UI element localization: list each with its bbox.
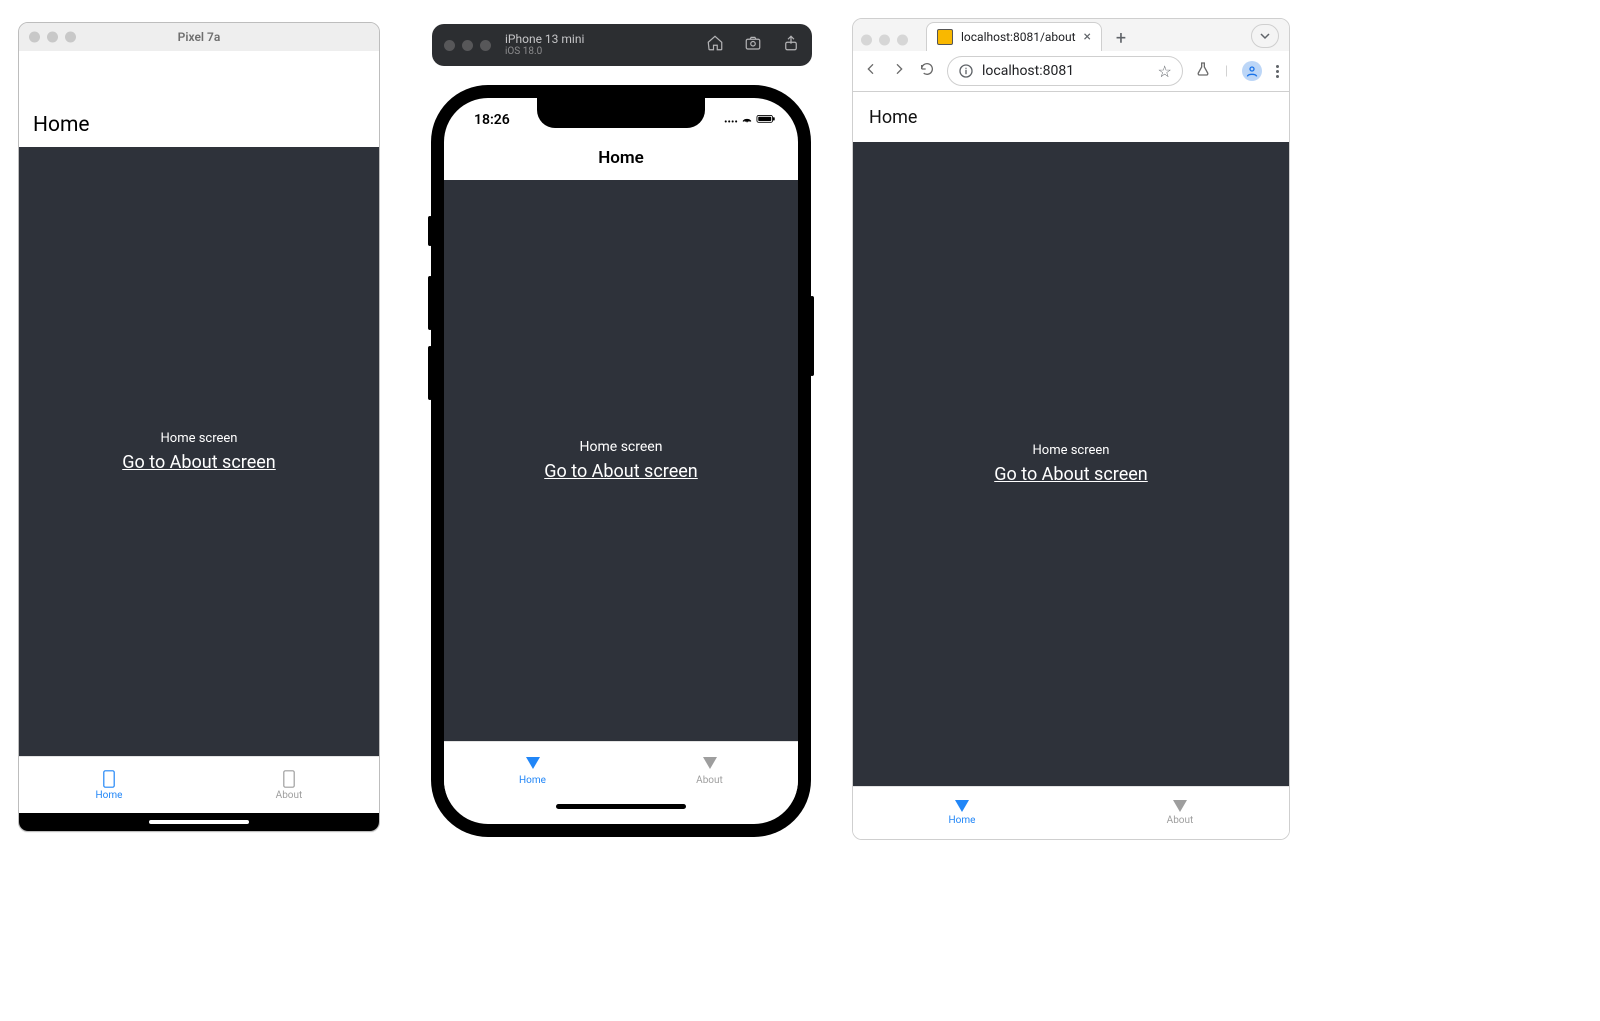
ios-about-link[interactable]: Go to About screen bbox=[544, 461, 698, 482]
zoom-dot-icon[interactable] bbox=[897, 35, 908, 46]
chrome-viewport: Home Home screen Go to About screen Home… bbox=[853, 92, 1289, 839]
android-emulator-window: Pixel 7a Home Home screen Go to About sc… bbox=[18, 22, 380, 832]
minimize-dot-icon[interactable] bbox=[462, 40, 473, 51]
zoom-dot-icon[interactable] bbox=[480, 40, 491, 51]
ios-status-icons bbox=[724, 112, 776, 128]
android-tab-bar: Home About bbox=[19, 756, 379, 813]
mac-traffic-lights[interactable] bbox=[861, 35, 908, 46]
triangle-down-icon bbox=[955, 800, 969, 812]
triangle-down-icon bbox=[703, 757, 717, 772]
android-tab-home[interactable]: Home bbox=[19, 757, 199, 813]
tab-label: About bbox=[276, 790, 303, 801]
close-dot-icon[interactable] bbox=[444, 40, 455, 51]
kebab-menu-icon[interactable] bbox=[1276, 65, 1279, 78]
ios-tab-bar: Home About bbox=[444, 741, 798, 800]
chrome-toolbar: localhost:8081 ☆ | bbox=[853, 51, 1289, 92]
android-page-title: Home bbox=[19, 51, 379, 147]
ios-sim-os-version: iOS 18.0 bbox=[505, 46, 584, 57]
mac-traffic-lights[interactable] bbox=[444, 40, 491, 51]
tab-label: Home bbox=[519, 775, 546, 786]
ios-tab-home[interactable]: Home bbox=[444, 742, 621, 800]
back-icon[interactable] bbox=[863, 61, 879, 81]
android-content-area: Home screen Go to About screen bbox=[19, 147, 379, 756]
favicon-icon bbox=[937, 29, 953, 45]
triangle-down-icon bbox=[526, 757, 540, 772]
bookmark-star-icon[interactable]: ☆ bbox=[1157, 62, 1171, 81]
android-body-subtitle: Home screen bbox=[161, 431, 238, 446]
web-body-subtitle: Home screen bbox=[1033, 443, 1110, 458]
web-tab-bar: Home About bbox=[853, 786, 1289, 839]
chrome-window: localhost:8081/about × + localhost:8081 … bbox=[852, 18, 1290, 840]
ios-tab-about[interactable]: About bbox=[621, 742, 798, 800]
chrome-tab[interactable]: localhost:8081/about × bbox=[926, 22, 1102, 51]
ios-home-indicator[interactable] bbox=[444, 800, 798, 824]
chrome-tab-strip: localhost:8081/about × + bbox=[853, 19, 1289, 51]
omnibox[interactable]: localhost:8081 ☆ bbox=[947, 56, 1183, 86]
web-about-link[interactable]: Go to About screen bbox=[994, 464, 1148, 485]
iphone-notch bbox=[537, 98, 705, 128]
share-icon[interactable] bbox=[782, 34, 800, 56]
labs-icon[interactable] bbox=[1195, 61, 1211, 81]
site-info-icon[interactable] bbox=[958, 63, 974, 79]
android-tab-about[interactable]: About bbox=[199, 757, 379, 813]
ios-sim-device-name: iPhone 13 mini bbox=[505, 33, 584, 46]
new-tab-button[interactable]: + bbox=[1108, 25, 1134, 51]
tab-icon bbox=[283, 770, 295, 788]
zoom-dot-icon[interactable] bbox=[65, 32, 76, 43]
ios-content-area: Home screen Go to About screen bbox=[444, 180, 798, 741]
ios-page-title: Home bbox=[444, 142, 798, 180]
android-about-link[interactable]: Go to About screen bbox=[122, 452, 276, 473]
close-icon[interactable]: × bbox=[1084, 29, 1091, 45]
web-content-area: Home screen Go to About screen bbox=[853, 142, 1289, 786]
tab-label: Home bbox=[949, 815, 976, 826]
close-dot-icon[interactable] bbox=[861, 35, 872, 46]
ios-body-subtitle: Home screen bbox=[580, 439, 663, 455]
ios-sim-toolbar: iPhone 13 mini iOS 18.0 bbox=[432, 24, 812, 66]
tab-label: Home bbox=[96, 790, 123, 801]
android-gesture-bar[interactable] bbox=[19, 813, 379, 831]
ios-device-screen: 18:26 Home Home screen bbox=[444, 98, 798, 824]
minimize-dot-icon[interactable] bbox=[879, 35, 890, 46]
reload-icon[interactable] bbox=[919, 61, 935, 81]
close-dot-icon[interactable] bbox=[29, 32, 40, 43]
tab-overflow-button[interactable] bbox=[1251, 24, 1279, 48]
android-window-titlebar: Pixel 7a bbox=[19, 23, 379, 51]
tab-label: About bbox=[1167, 815, 1194, 826]
web-page-title: Home bbox=[853, 92, 1289, 142]
profile-avatar-icon[interactable] bbox=[1242, 61, 1262, 81]
web-tab-home[interactable]: Home bbox=[853, 787, 1071, 839]
screenshot-icon[interactable] bbox=[744, 34, 762, 56]
forward-icon[interactable] bbox=[891, 61, 907, 81]
android-device-screen: Home Home screen Go to About screen Home… bbox=[19, 51, 379, 831]
web-tab-about[interactable]: About bbox=[1071, 787, 1289, 839]
chrome-tab-title: localhost:8081/about bbox=[961, 30, 1076, 44]
tab-icon bbox=[103, 770, 115, 788]
home-button-icon[interactable] bbox=[706, 34, 724, 56]
ios-status-time: 18:26 bbox=[474, 112, 510, 128]
omnibox-url: localhost:8081 bbox=[982, 63, 1074, 79]
tab-label: About bbox=[696, 775, 723, 786]
mac-traffic-lights[interactable] bbox=[29, 32, 76, 43]
minimize-dot-icon[interactable] bbox=[47, 32, 58, 43]
iphone-device-frame: 18:26 Home Home screen bbox=[432, 86, 810, 836]
triangle-down-icon bbox=[1173, 800, 1187, 812]
